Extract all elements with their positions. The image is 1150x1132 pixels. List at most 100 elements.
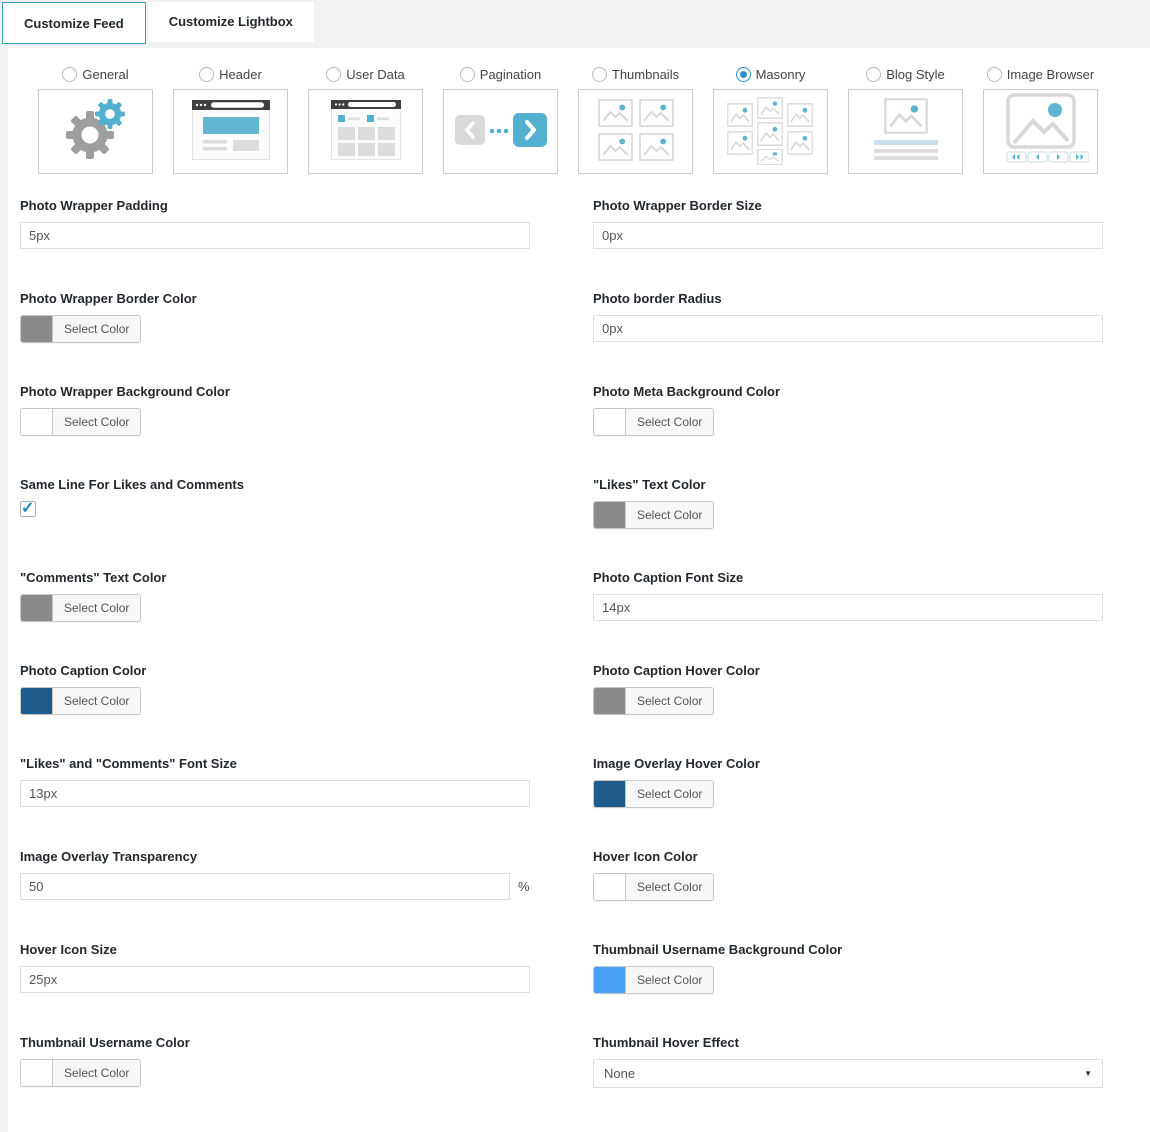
select-color-label: Select Color [53, 595, 140, 621]
pagination-icon [455, 110, 547, 153]
photo-wrapper-border-color-button[interactable]: Select Color [20, 315, 141, 343]
masonry-radio[interactable] [736, 67, 751, 82]
field-label: Photo Wrapper Border Color [20, 291, 530, 306]
color-swatch [21, 595, 53, 621]
thumbnails-radio-row[interactable]: Thumbnails [592, 64, 679, 84]
photo-wrapper-border-size-input[interactable] [593, 222, 1103, 249]
field-photo-caption-font-size: Photo Caption Font Size [593, 564, 1103, 657]
field-label: Photo Caption Hover Color [593, 663, 1103, 678]
general-radio[interactable] [62, 67, 77, 82]
field-label: Photo Wrapper Padding [20, 198, 530, 213]
photo-caption-font-size-input[interactable] [593, 594, 1103, 621]
field-hover-icon-color: Hover Icon Color Select Color [593, 843, 1103, 936]
general-option-box[interactable] [38, 89, 153, 174]
field-photo-border-radius: Photo border Radius [593, 285, 1103, 378]
masonry-radio-row[interactable]: Masonry [736, 64, 806, 84]
header-icon [192, 100, 270, 163]
photo-border-radius-input[interactable] [593, 315, 1103, 342]
settings-fields: Photo Wrapper Padding Photo Wrapper Bord… [20, 192, 1103, 1122]
general-radio-row[interactable]: General [62, 64, 128, 84]
header-radio[interactable] [199, 67, 214, 82]
field-label: Thumbnail Hover Effect [593, 1035, 1103, 1050]
blog-style-option-box[interactable] [848, 89, 963, 174]
field-label: Hover Icon Size [20, 942, 530, 957]
image-browser-option-box[interactable] [983, 89, 1098, 174]
select-color-label: Select Color [626, 874, 713, 900]
selected-option-label: None [604, 1066, 635, 1081]
field-thumbnail-username-color: Thumbnail Username Color Select Color [20, 1029, 530, 1122]
field-photo-wrapper-border-size: Photo Wrapper Border Size [593, 192, 1103, 285]
field-photo-wrapper-border-color: Photo Wrapper Border Color Select Color [20, 285, 530, 378]
tab-customize-feed[interactable]: Customize Feed [2, 2, 146, 44]
user-data-radio-row[interactable]: User Data [326, 64, 405, 84]
tab-customize-lightbox[interactable]: Customize Lightbox [148, 2, 314, 42]
likes-comments-font-size-input[interactable] [20, 780, 530, 807]
color-swatch [594, 781, 626, 807]
field-likes-comments-font-size: "Likes" and "Comments" Font Size [20, 750, 530, 843]
thumbnail-username-background-color-button[interactable]: Select Color [593, 966, 714, 994]
layout-option-pagination: Pagination [443, 64, 558, 174]
color-swatch [21, 316, 53, 342]
field-label: Same Line For Likes and Comments [20, 477, 530, 492]
blog-style-radio-row[interactable]: Blog Style [866, 64, 945, 84]
pagination-option-box[interactable] [443, 89, 558, 174]
blog-style-radio[interactable] [866, 67, 881, 82]
gears-icon [60, 99, 132, 164]
image-browser-radio[interactable] [987, 67, 1002, 82]
pagination-radio[interactable] [460, 67, 475, 82]
photo-wrapper-background-color-button[interactable]: Select Color [20, 408, 141, 436]
header-radio-row[interactable]: Header [199, 64, 262, 84]
same-line-checkbox[interactable]: ✓ [20, 501, 36, 517]
image-overlay-transparency-input[interactable] [20, 873, 510, 900]
layout-style-options: General [20, 64, 1103, 174]
thumbnails-icon [598, 99, 674, 164]
pagination-label: Pagination [480, 67, 541, 82]
thumbnails-option-box[interactable] [578, 89, 693, 174]
field-label: Photo Meta Background Color [593, 384, 1103, 399]
blog-style-icon [868, 98, 944, 165]
header-option-box[interactable] [173, 89, 288, 174]
user-data-icon [331, 100, 401, 163]
comments-text-color-button[interactable]: Select Color [20, 594, 141, 622]
user-data-radio[interactable] [326, 67, 341, 82]
header-label: Header [219, 67, 262, 82]
layout-option-thumbnails: Thumbnails [578, 64, 693, 174]
field-photo-caption-color: Photo Caption Color Select Color [20, 657, 530, 750]
field-photo-wrapper-padding: Photo Wrapper Padding [20, 192, 530, 285]
likes-text-color-button[interactable]: Select Color [593, 501, 714, 529]
general-label: General [82, 67, 128, 82]
tab-bar: Customize Feed Customize Lightbox [0, 0, 1150, 48]
masonry-label: Masonry [756, 67, 806, 82]
field-comments-text-color: "Comments" Text Color Select Color [20, 564, 530, 657]
field-label: Thumbnail Username Color [20, 1035, 530, 1050]
select-color-label: Select Color [53, 688, 140, 714]
photo-wrapper-padding-input[interactable] [20, 222, 530, 249]
thumbnail-username-color-button[interactable]: Select Color [20, 1059, 141, 1087]
user-data-option-box[interactable] [308, 89, 423, 174]
thumbnails-radio[interactable] [592, 67, 607, 82]
checkmark-icon: ✓ [21, 498, 34, 518]
chevron-down-icon: ▼ [1084, 1069, 1092, 1078]
color-swatch [594, 502, 626, 528]
customize-feed-panel: General [8, 48, 1150, 1132]
color-swatch [594, 967, 626, 993]
masonry-option-box[interactable] [713, 89, 828, 174]
field-label: "Likes" Text Color [593, 477, 1103, 492]
field-image-overlay-transparency: Image Overlay Transparency % [20, 843, 530, 936]
thumbnail-hover-effect-select[interactable]: None ▼ [593, 1059, 1103, 1088]
photo-caption-hover-color-button[interactable]: Select Color [593, 687, 714, 715]
blog-style-label: Blog Style [886, 67, 945, 82]
photo-meta-background-color-button[interactable]: Select Color [593, 408, 714, 436]
color-swatch [594, 409, 626, 435]
hover-icon-size-input[interactable] [20, 966, 530, 993]
pagination-radio-row[interactable]: Pagination [460, 64, 541, 84]
field-label: Hover Icon Color [593, 849, 1103, 864]
field-label: Photo Wrapper Border Size [593, 198, 1103, 213]
photo-caption-color-button[interactable]: Select Color [20, 687, 141, 715]
image-browser-radio-row[interactable]: Image Browser [987, 64, 1094, 84]
hover-icon-color-button[interactable]: Select Color [593, 873, 714, 901]
color-swatch [594, 688, 626, 714]
field-label: Image Overlay Transparency [20, 849, 530, 864]
image-overlay-hover-color-button[interactable]: Select Color [593, 780, 714, 808]
image-browser-icon [993, 93, 1089, 170]
